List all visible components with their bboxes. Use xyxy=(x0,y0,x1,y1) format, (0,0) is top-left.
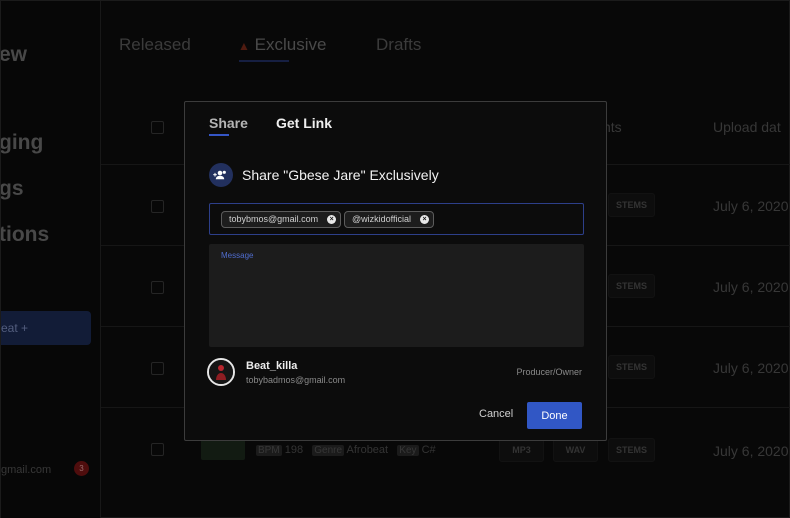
user-role: Producer/Owner xyxy=(516,367,582,377)
recipient-chip: @wizkidofficial × xyxy=(344,211,434,228)
recipient-chip-label: tobybmos@gmail.com xyxy=(229,214,319,224)
cancel-button[interactable]: Cancel xyxy=(479,408,513,420)
recipient-chip-label: @wizkidofficial xyxy=(352,214,411,224)
recipient-chip: tobybmos@gmail.com × xyxy=(221,211,342,228)
tab-get-link[interactable]: Get Link xyxy=(276,115,332,131)
avatar xyxy=(207,358,235,386)
user-name: Beat_killa xyxy=(246,360,298,372)
message-label: Message xyxy=(221,251,254,260)
done-button[interactable]: Done xyxy=(527,402,582,429)
share-title: Share "Gbese Jare" Exclusively xyxy=(242,167,439,183)
user-email: tobybadmos@gmail.com xyxy=(246,375,346,385)
remove-recipient-icon[interactable]: × xyxy=(327,215,337,224)
share-modal: Share Get Link Share "Gbese Jare" Exclus… xyxy=(184,101,607,441)
remove-recipient-icon[interactable]: × xyxy=(420,215,429,224)
recipients-input[interactable]: tobybmos@gmail.com × @wizkidofficial × xyxy=(209,203,584,235)
message-field[interactable]: Message xyxy=(209,244,584,347)
share-users-icon xyxy=(209,163,233,187)
tab-share-indicator xyxy=(209,134,229,136)
tab-share[interactable]: Share xyxy=(209,115,248,131)
